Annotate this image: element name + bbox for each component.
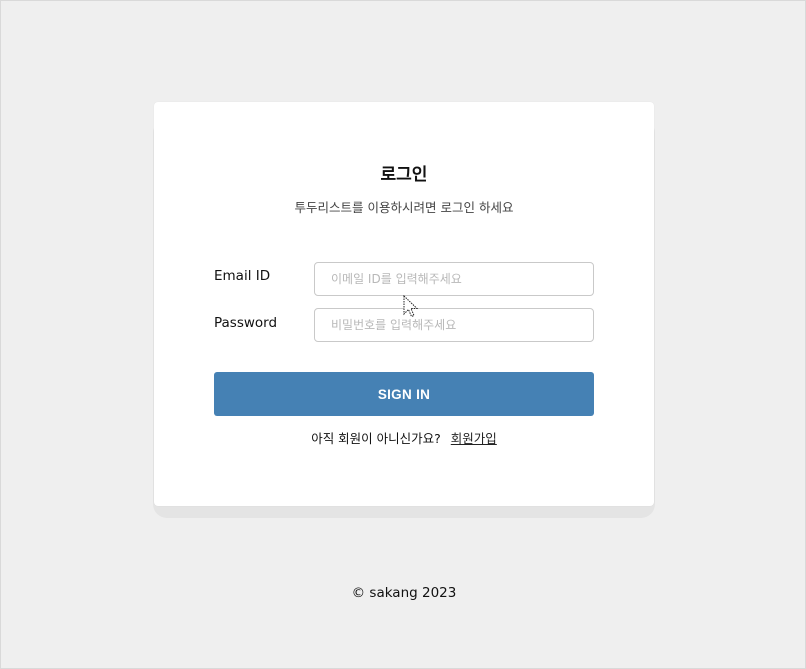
sign-in-button[interactable]: SIGN IN: [214, 372, 594, 416]
email-field[interactable]: [314, 262, 594, 296]
signup-link[interactable]: 회원가입: [451, 431, 497, 446]
page-subtitle: 투두리스트를 이용하시려면 로그인 하세요: [294, 200, 514, 215]
page-title: 로그인: [380, 165, 428, 185]
password-label: Password: [214, 315, 278, 331]
footer-copyright: © sakang 2023: [351, 585, 457, 601]
email-label: Email ID: [214, 268, 271, 284]
signup-prompt: 아직 회원이 아니신가요?: [311, 431, 441, 446]
password-field[interactable]: [314, 308, 594, 342]
signup-row: 아직 회원이 아니신가요? 회원가입: [154, 428, 654, 447]
mouse-pointer-icon: [403, 295, 419, 318]
page: 로그인 투두리스트를 이용하시려면 로그인 하세요 Email ID Passw…: [0, 0, 806, 669]
